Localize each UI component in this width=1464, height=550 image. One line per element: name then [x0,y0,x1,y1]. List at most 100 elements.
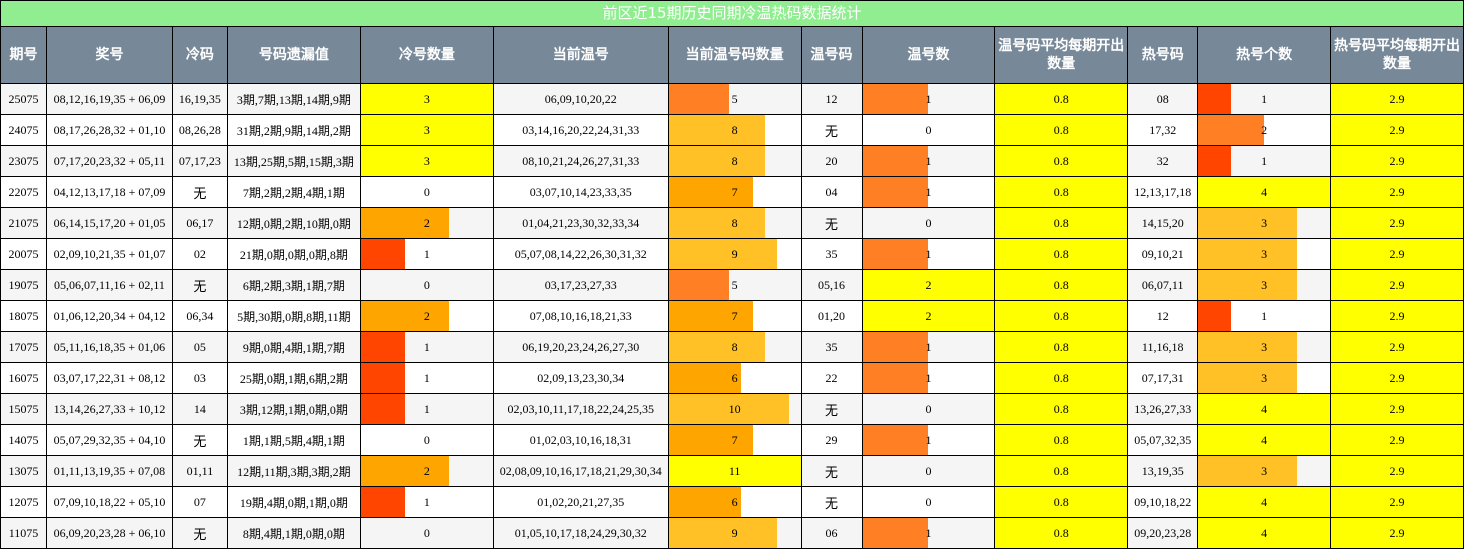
cell-hot-codes: 08 [1127,83,1199,115]
cell-cold-codes: 06,17 [171,207,228,239]
cell-warm-codes: 29 [800,424,863,456]
cell-hot-codes: 13,26,27,33 [1127,393,1199,425]
cell-warm-count-label: 1 [925,154,932,168]
cell-warm-count: 0 [861,486,996,518]
cell-cold-codes: 无 [171,424,228,456]
cell-warm-current: 01,04,21,23,30,32,33,34 [492,207,669,239]
cell-hot-avg: 2.9 [1330,424,1464,456]
cell-cold-count: 1 [359,331,494,363]
cell-miss: 9期,0期,4期,1期,7期 [226,331,361,363]
cell-warm-current: 02,08,09,10,16,17,18,21,29,30,34 [492,455,669,487]
cell-hot-count: 4 [1197,486,1332,518]
cell-warm-avg: 0.8 [994,331,1129,363]
cell-warm-codes: 无 [800,486,863,518]
cell-hot-count-label: 3 [1261,216,1268,230]
cell-warm-count: 1 [861,176,996,208]
cell-warm-count: 1 [861,238,996,270]
cell-miss: 3期,7期,13期,14期,9期 [226,83,361,115]
cell-miss: 12期,11期,3期,3期,2期 [226,455,361,487]
cell-warm-current-count-label: 8 [731,154,738,168]
cell-warm-avg: 0.8 [994,424,1129,456]
table-row: 14075 05,07,29,32,35 + 04,10 无 1期,1期,5期,4期,… [0,424,1464,456]
table-row: 12075 07,09,10,18,22 + 05,10 07 19期,4期,0期,1… [0,486,1464,518]
cell-warm-current-count: 10 [667,393,802,425]
cell-warm-current-count: 6 [667,486,802,518]
cell-warm-current-count-label: 5 [731,92,738,106]
cell-warm-current: 03,17,23,27,33 [492,269,669,301]
cell-cold-codes: 16,19,35 [171,83,228,115]
cell-warm-current: 06,09,10,20,22 [492,83,669,115]
cell-cold-codes: 无 [171,269,228,301]
cell-warm-count: 2 [861,300,996,332]
cell-hot-avg: 2.9 [1330,331,1464,363]
cell-hot-avg: 2.9 [1330,269,1464,301]
cell-warm-count: 0 [861,455,996,487]
table-row: 25075 08,12,16,19,35 + 06,09 16,19,35 3期,7期… [0,83,1464,115]
cell-warm-count-label: 0 [925,216,932,230]
cell-hot-codes: 12,13,17,18 [1127,176,1199,208]
cell-warm-count: 1 [861,424,996,456]
cell-warm-count: 0 [861,393,996,425]
cell-warm-count: 1 [861,145,996,177]
cell-hot-count: 4 [1197,393,1332,425]
cell-cold-count-label: 0 [423,185,430,199]
cell-hot-count: 1 [1197,145,1332,177]
cell-cold-codes: 03 [171,362,228,394]
table-row: 20075 02,09,10,21,35 + 01,07 02 21期,0期,0期,0… [0,238,1464,270]
cell-warm-current: 07,08,10,16,18,21,33 [492,300,669,332]
cell-hot-codes: 09,10,18,22 [1127,486,1199,518]
cell-hot-codes: 12 [1127,300,1199,332]
cell-hot-count: 3 [1197,331,1332,363]
cell-issue: 24075 [0,114,47,146]
cell-cold-count-label: 1 [423,247,430,261]
cell-warm-current-count-label: 6 [731,371,738,385]
cell-warm-current-count-label: 8 [731,123,738,137]
cell-cold-count: 2 [359,455,494,487]
cell-warm-current-count: 8 [667,331,802,363]
cell-warm-current: 05,07,08,14,22,26,30,31,32 [492,238,669,270]
cell-hot-codes: 05,07,32,35 [1127,424,1199,456]
cell-hot-count-label: 1 [1261,92,1268,106]
cell-hot-count: 2 [1197,114,1332,146]
cell-hot-avg: 2.9 [1330,83,1464,115]
cell-cold-count-label: 2 [423,464,430,478]
cell-draw: 07,09,10,18,22 + 05,10 [45,486,173,518]
cell-cold-count: 3 [359,83,494,115]
cell-warm-count-label: 1 [925,92,932,106]
cell-cold-count: 0 [359,424,494,456]
cell-warm-codes: 12 [800,83,863,115]
cell-cold-count: 2 [359,207,494,239]
cell-warm-current-count: 9 [667,238,802,270]
cell-cold-codes: 07 [171,486,228,518]
cell-warm-avg: 0.8 [994,362,1129,394]
cell-hot-codes: 11,16,18 [1127,331,1199,363]
cell-cold-codes: 02 [171,238,228,270]
cell-miss: 31期,2期,9期,14期,2期 [226,114,361,146]
table-row: 19075 05,06,07,11,16 + 02,11 无 6期,2期,3期,1期,… [0,269,1464,301]
cell-warm-current: 03,07,10,14,23,33,35 [492,176,669,208]
cell-draw: 08,12,16,19,35 + 06,09 [45,83,173,115]
cell-warm-current-count-label: 6 [731,495,738,509]
cell-warm-codes: 22 [800,362,863,394]
cell-warm-codes: 无 [800,393,863,425]
cell-warm-count-label: 0 [925,402,932,416]
cell-warm-count-label: 1 [925,247,932,261]
header-hot-count: 热号个数 [1197,26,1332,84]
cell-hot-avg: 2.9 [1330,176,1464,208]
table-row: 24075 08,17,26,28,32 + 01,10 08,26,28 31期,2… [0,114,1464,146]
cell-cold-count: 3 [359,114,494,146]
cell-warm-codes: 无 [800,455,863,487]
cell-warm-codes: 01,20 [800,300,863,332]
cell-issue: 12075 [0,486,47,518]
cell-issue: 18075 [0,300,47,332]
cell-warm-count-label: 0 [925,123,932,137]
cell-draw: 05,06,07,11,16 + 02,11 [45,269,173,301]
cell-warm-current-count-label: 7 [731,185,738,199]
cell-warm-current-count-label: 8 [731,340,738,354]
cell-cold-count-label: 2 [423,309,430,323]
cell-hot-count-label: 1 [1261,309,1268,323]
table-row: 23075 07,17,20,23,32 + 05,11 07,17,23 13期,2… [0,145,1464,177]
cell-warm-current-count: 5 [667,269,802,301]
cell-warm-avg: 0.8 [994,238,1129,270]
cell-hot-count: 3 [1197,269,1332,301]
